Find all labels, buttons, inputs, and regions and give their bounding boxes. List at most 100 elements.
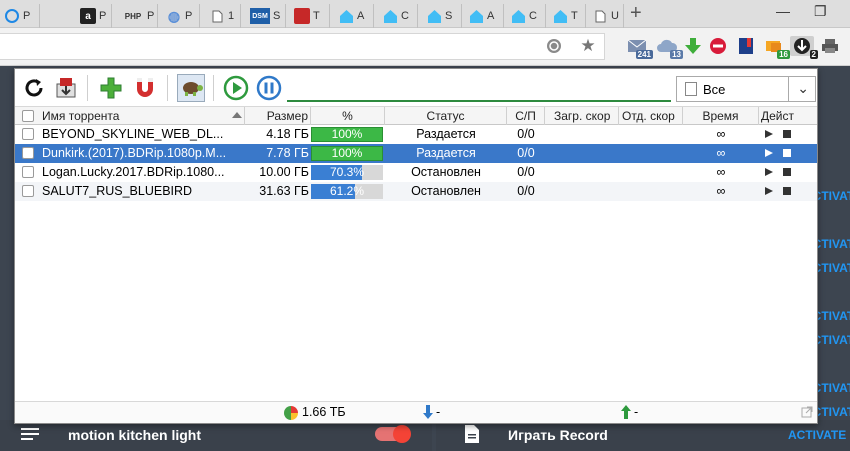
orders-count-badge: 16 (777, 50, 790, 59)
table-row[interactable]: SALUT7_RUS_BLUEBIRD 31.63 ГБ 61.2% Остан… (15, 182, 817, 201)
bookmark-extension-icon[interactable] (736, 36, 756, 56)
activate-button[interactable]: ACTIVATE (788, 428, 846, 442)
disk-usage-pie-icon (284, 406, 298, 420)
browser-tab[interactable]: a Р (76, 4, 112, 28)
column-time[interactable]: Время (683, 107, 759, 125)
tab-label: A (357, 10, 365, 22)
home-assistant-icon (426, 8, 442, 24)
browser-tab[interactable]: DSM S (246, 4, 286, 28)
printer-extension-icon[interactable] (820, 36, 840, 56)
row-checkbox[interactable] (22, 185, 34, 197)
tab-label: 1 (228, 10, 235, 22)
torrent-size: 4.18 ГБ (266, 127, 309, 141)
bookmark-star-icon[interactable]: ★ (579, 36, 597, 55)
block-icon[interactable] (708, 36, 728, 56)
browser-tab[interactable]: C (378, 4, 418, 28)
column-name[interactable]: Имя торрента (41, 107, 245, 125)
browser-tab[interactable]: PHP Р (118, 4, 158, 28)
new-tab-button[interactable]: + (630, 2, 642, 25)
tab-label: T (313, 10, 320, 22)
tab-label: Р (147, 10, 155, 22)
tab-label: S (273, 10, 281, 22)
column-size[interactable]: Размер (245, 107, 311, 125)
dsm-icon: DSM (250, 8, 270, 24)
stop-icon[interactable] (783, 187, 791, 195)
open-external-icon[interactable] (801, 406, 813, 421)
cloud-extension-icon[interactable]: 13 (655, 36, 683, 59)
column-actions[interactable]: Дейст (759, 107, 817, 125)
row-checkbox[interactable] (22, 166, 34, 178)
category-select[interactable]: Все ⌄ (676, 76, 816, 102)
app-icon (294, 8, 310, 24)
progress-label: 70.3% (329, 165, 365, 179)
play-record-label: Играть Record (508, 427, 608, 443)
torrent-status: Остановлен (411, 184, 481, 198)
stop-icon[interactable] (783, 130, 791, 138)
select-all-checkbox[interactable] (22, 110, 34, 122)
turtle-speed-icon[interactable] (177, 74, 205, 102)
browser-tab[interactable]: Р (0, 4, 40, 28)
stop-icon[interactable] (783, 168, 791, 176)
progress-bar: 100% (311, 146, 383, 161)
table-header: Имя торрента Размер % Статус С/П Загр. с… (15, 107, 817, 125)
pause-all-icon[interactable] (255, 74, 283, 102)
browser-tab[interactable]: U (588, 4, 624, 28)
minimize-button[interactable]: — (776, 3, 790, 19)
start-all-icon[interactable] (222, 74, 250, 102)
filter-input[interactable] (287, 77, 671, 100)
browser-tab[interactable]: S (422, 4, 462, 28)
refresh-button[interactable] (20, 74, 48, 102)
add-torrent-file-button[interactable] (52, 74, 80, 102)
browser-tab[interactable]: ◍ Р (162, 4, 200, 28)
category-select-value: Все (703, 81, 726, 97)
torrent-status: Раздается (416, 146, 476, 160)
torrent-name: BEYOND_SKYLINE_WEB_DL... (42, 127, 224, 141)
column-upload-speed[interactable]: Отд. скор (619, 107, 683, 125)
play-icon[interactable] (765, 130, 773, 138)
browser-tab[interactable]: C (506, 4, 546, 28)
browser-tab[interactable]: A (334, 4, 374, 28)
home-assistant-icon (552, 8, 568, 24)
column-download-speed[interactable]: Загр. скор (545, 107, 619, 125)
toolbar-separator (87, 75, 88, 101)
tab-label: Р (99, 10, 107, 22)
play-icon[interactable] (765, 168, 773, 176)
orders-extension-icon[interactable]: 16 (762, 36, 790, 59)
table-row[interactable]: Logan.Lucky.2017.BDRip.1080... 10.00 ГБ … (15, 163, 817, 182)
browser-tab[interactable]: A (464, 4, 504, 28)
magnet-icon[interactable] (131, 74, 159, 102)
browser-tab[interactable]: 1 (205, 4, 241, 28)
browser-tab[interactable]: T (290, 4, 330, 28)
address-bar[interactable] (0, 33, 605, 60)
google-docs-icon (4, 8, 20, 24)
torrent-name: Dunkirk.(2017).BDRip.1080p.M... (42, 146, 227, 160)
play-icon[interactable] (765, 149, 773, 157)
progress-bar: 100% (311, 127, 383, 142)
row-checkbox[interactable] (22, 128, 34, 140)
row-checkbox[interactable] (22, 147, 34, 159)
filter-underline (287, 100, 671, 102)
site-info-icon[interactable] (545, 37, 563, 55)
play-icon[interactable] (765, 187, 773, 195)
torrent-time: ∞ (716, 184, 726, 198)
browser-tab[interactable]: T (548, 4, 586, 28)
amazon-icon: a (80, 8, 96, 24)
torrent-name: Logan.Lucky.2017.BDRip.1080... (42, 165, 225, 179)
table-row[interactable]: Dunkirk.(2017).BDRip.1080p.M... 7.78 ГБ … (15, 144, 817, 163)
column-seeds-peers[interactable]: С/П (507, 107, 545, 125)
restore-button[interactable]: ❐ (814, 3, 827, 20)
download-arrow-icon[interactable] (683, 36, 703, 56)
background-card-left (0, 420, 432, 451)
table-row[interactable]: BEYOND_SKYLINE_WEB_DL... 4.18 ГБ 100% Ра… (15, 125, 817, 144)
popup-footer: 1.66 ТБ - - (15, 401, 817, 423)
torrent-extension-icon[interactable]: 2 (790, 36, 818, 59)
upload-speed-icon (621, 405, 631, 422)
add-plus-icon[interactable] (97, 74, 125, 102)
mail-extension-icon[interactable]: 241 (625, 36, 653, 59)
stop-icon[interactable] (783, 149, 791, 157)
motion-light-toggle[interactable] (375, 425, 411, 443)
home-assistant-icon (338, 8, 354, 24)
column-status[interactable]: Статус (385, 107, 507, 125)
column-percent[interactable]: % (311, 107, 385, 125)
tab-label: T (571, 10, 578, 22)
